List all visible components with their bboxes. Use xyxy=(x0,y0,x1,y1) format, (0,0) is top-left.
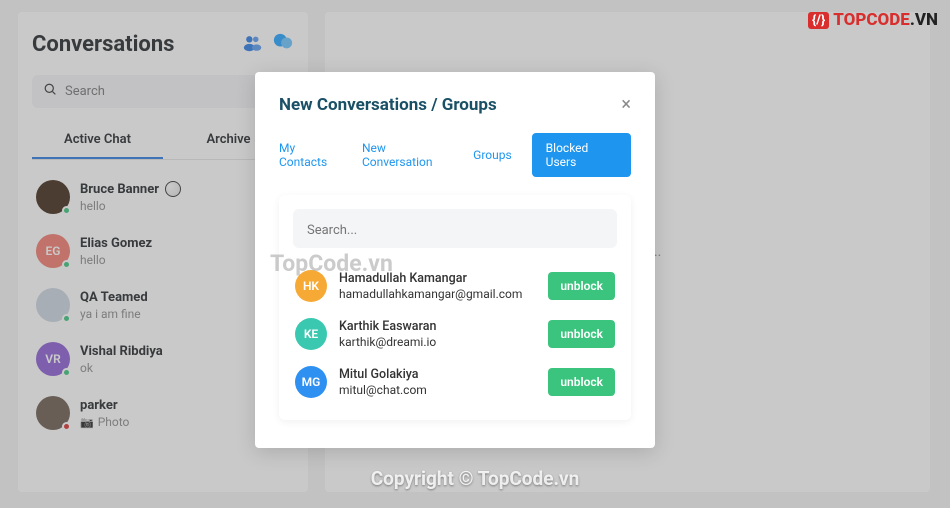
blocked-user-item: KE Karthik Easwaran karthik@dreami.io un… xyxy=(293,310,617,358)
tab-groups[interactable]: Groups xyxy=(473,140,512,170)
unblock-button[interactable]: unblock xyxy=(548,368,615,396)
blocked-user-email: mitul@chat.com xyxy=(339,383,536,397)
avatar: KE xyxy=(295,318,327,350)
unblock-button[interactable]: unblock xyxy=(548,272,615,300)
blocked-user-email: hamadullahkamangar@gmail.com xyxy=(339,287,536,301)
close-button[interactable]: × xyxy=(621,94,631,115)
modal-search[interactable] xyxy=(293,209,617,248)
modal-tabs: My Contacts New Conversation Groups Bloc… xyxy=(279,133,631,177)
modal-body: HK Hamadullah Kamangar hamadullahkamanga… xyxy=(279,195,631,420)
modal-title: New Conversations / Groups xyxy=(279,95,497,115)
blocked-user-item: HK Hamadullah Kamangar hamadullahkamanga… xyxy=(293,262,617,310)
blocked-user-name: Mitul Golakiya xyxy=(339,367,536,382)
tab-new-conversation[interactable]: New Conversation xyxy=(362,133,453,177)
unblock-button[interactable]: unblock xyxy=(548,320,615,348)
modal-header: New Conversations / Groups × xyxy=(279,94,631,115)
avatar: MG xyxy=(295,366,327,398)
blocked-user-info: Mitul Golakiya mitul@chat.com xyxy=(339,367,536,397)
blocked-user-item: MG Mitul Golakiya mitul@chat.com unblock xyxy=(293,358,617,406)
blocked-user-info: Karthik Easwaran karthik@dreami.io xyxy=(339,319,536,349)
blocked-user-email: karthik@dreami.io xyxy=(339,335,536,349)
new-conversations-modal: New Conversations / Groups × My Contacts… xyxy=(255,72,655,448)
code-badge-icon: {/} xyxy=(808,12,829,29)
avatar: HK xyxy=(295,270,327,302)
tab-blocked-users[interactable]: Blocked Users xyxy=(532,133,631,177)
tab-my-contacts[interactable]: My Contacts xyxy=(279,133,342,177)
blocked-user-name: Hamadullah Kamangar xyxy=(339,271,536,286)
blocked-user-info: Hamadullah Kamangar hamadullahkamangar@g… xyxy=(339,271,536,301)
watermark-logo: {/} TOPCODE.VN xyxy=(808,10,938,30)
blocked-user-name: Karthik Easwaran xyxy=(339,319,536,334)
modal-search-input[interactable] xyxy=(307,223,603,238)
